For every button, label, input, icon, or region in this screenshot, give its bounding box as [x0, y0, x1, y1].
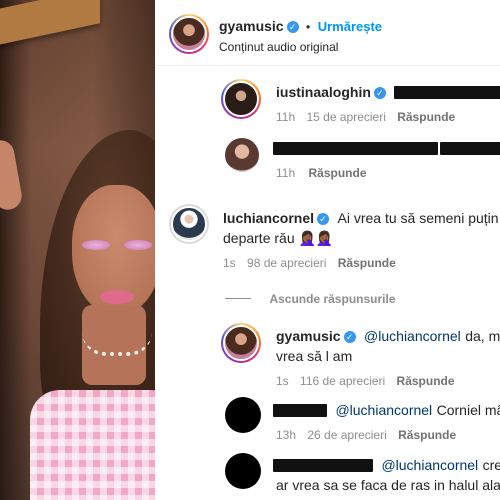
post-author-avatar[interactable] [169, 14, 209, 54]
reply-likes[interactable]: 26 de aprecieri [307, 428, 386, 442]
follow-button[interactable]: Urmărește [318, 19, 382, 34]
media-eye-left [82, 240, 110, 250]
reply-text: Corniel mâne [436, 402, 500, 418]
reply-button[interactable]: Răspunde [397, 110, 455, 124]
header-separator: • [306, 20, 311, 34]
reply-button[interactable]: Răspunde [338, 256, 396, 270]
reply-time: 13h [276, 428, 297, 442]
reply-button[interactable]: Răspunde [398, 428, 456, 442]
comment-body: 🐰🐰🐰🐰 [273, 140, 500, 158]
reply-username[interactable]: gyamusic [276, 328, 341, 344]
reply-text-line1: cred [482, 457, 500, 473]
verified-badge-icon: ✓ [343, 330, 356, 343]
redacted-text [440, 142, 500, 156]
reply-body: gyamusic✓ @luchiancornel da, mai [276, 328, 500, 346]
reply-button[interactable]: Răspunde [308, 166, 366, 180]
hide-replies-line [225, 298, 251, 300]
redacted-text [394, 86, 500, 100]
avatar-image [223, 81, 259, 117]
reply-likes[interactable]: 116 de aprecieri [300, 374, 385, 388]
comment-body: luchiancornel ✓ Ai vrea tu să semeni puți… [223, 210, 500, 228]
post-author-username[interactable]: gyamusic [219, 18, 284, 34]
avatar-image [171, 206, 207, 242]
media-lips [100, 290, 134, 304]
reply-mention[interactable]: @luchiancornel [381, 457, 478, 473]
comment-time: 1s [223, 256, 236, 270]
comment-username[interactable]: luchiancornel [223, 210, 314, 226]
reply-avatar-redacted[interactable] [225, 453, 261, 489]
reply-body: @luchiancornel cred [273, 457, 500, 475]
avatar-image [171, 16, 207, 52]
verified-badge-icon: ✓ [317, 212, 330, 225]
avatar-image [225, 138, 259, 172]
reply-meta: 1s 116 de aprecieri Răspunde [276, 374, 455, 388]
comment-time: 11h [276, 110, 296, 124]
comment-meta: 1s 98 de aprecieri Răspunde [223, 256, 396, 270]
post-header: gyamusic ✓ • Urmărește Conținut audio ori… [155, 0, 500, 66]
avatar-image [223, 325, 259, 361]
verified-badge-icon: ✓ [373, 86, 386, 99]
verified-badge-icon: ✓ [286, 20, 299, 33]
comment-body: iustinaaloghin ✓ [276, 84, 500, 102]
post-media[interactable] [0, 0, 155, 500]
comment-likes[interactable]: 15 de aprecieri [306, 110, 385, 124]
reply-time: 1s [276, 374, 289, 388]
reply-button[interactable]: Răspunde [397, 374, 455, 388]
comment-meta: 11h 15 de aprecieri Răspunde [276, 110, 455, 124]
comments-panel: gyamusic ✓ • Urmărește Conținut audio ori… [155, 0, 500, 500]
reply-avatar-redacted[interactable] [225, 397, 261, 433]
reply-body: @luchiancornel Corniel mâne [273, 402, 500, 420]
comment-text-line2: departe rău 🤦🏾‍♀️🤦🏾‍♀️ [223, 230, 334, 246]
reply-text-line1: da, mai [465, 328, 500, 344]
hide-replies-label: Ascunde răspunsurile [269, 292, 396, 306]
reply-text-line2: vrea să l am [276, 348, 353, 364]
comment-avatar-iustinaaloghin[interactable] [221, 79, 261, 119]
hide-replies-toggle[interactable]: Ascunde răspunsurile [225, 290, 396, 308]
original-audio-link[interactable]: Conținut audio original [219, 40, 338, 54]
comment-likes[interactable]: 98 de aprecieri [247, 256, 326, 270]
comment-avatar-redacted[interactable] [225, 138, 259, 172]
comment-time: 11h [276, 166, 296, 180]
reply-text-line2: ar vrea sa se faca de ras in halul ala s [276, 477, 500, 493]
redacted-username [273, 404, 327, 418]
reply-avatar-gyamusic[interactable] [221, 323, 261, 363]
redacted-username [273, 459, 373, 473]
comment-avatar-luchiancornel[interactable] [169, 204, 209, 244]
reply-mention[interactable]: @luchiancornel [364, 328, 461, 344]
reply-meta: 13h 26 de aprecieri Răspunde [276, 428, 456, 442]
media-eye-right [124, 240, 152, 250]
comment-meta: 11h Răspunde [276, 166, 367, 180]
media-gingham-dress [30, 390, 155, 500]
comment-text-line1: Ai vrea tu să semeni puțin cu [337, 210, 500, 226]
comment-username[interactable]: iustinaaloghin [276, 84, 371, 100]
redacted-username [273, 142, 438, 156]
reply-mention[interactable]: @luchiancornel [335, 402, 432, 418]
